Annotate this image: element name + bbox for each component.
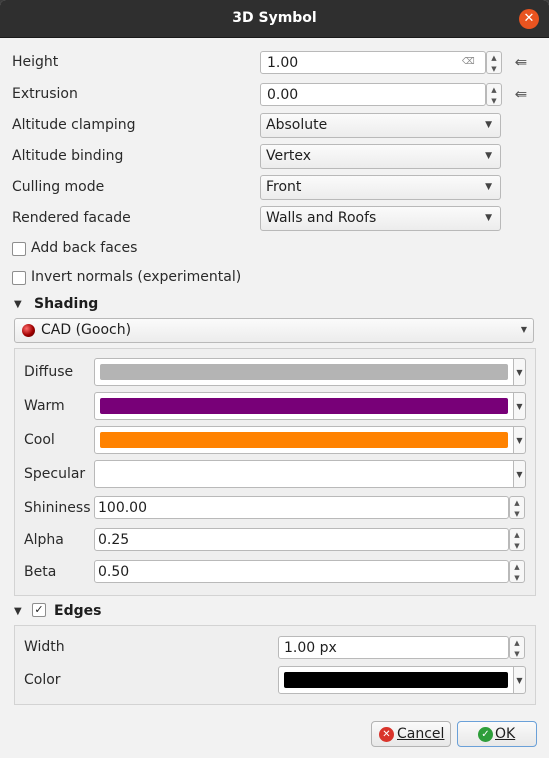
cool-color-button[interactable] xyxy=(94,426,514,454)
dialog-title: 3D Symbol xyxy=(232,10,317,26)
diffuse-color-button[interactable] xyxy=(94,358,514,386)
edge-width-spinner[interactable]: ▲ ▼ xyxy=(509,636,525,659)
alpha-value: 0.25 xyxy=(98,532,130,548)
add-back-faces-checkbox[interactable] xyxy=(12,242,26,256)
height-spinner[interactable]: ▲ ▼ xyxy=(486,51,502,74)
spin-down-icon[interactable]: ▼ xyxy=(487,63,501,74)
specular-color-dropdown[interactable]: ▼ xyxy=(514,460,526,488)
height-input[interactable]: 1.00 xyxy=(260,51,486,74)
diffuse-color-swatch xyxy=(100,364,508,380)
shading-technique-combo[interactable]: CAD (Gooch) ▼ xyxy=(14,318,534,343)
cool-label: Cool xyxy=(24,432,55,448)
shininess-input[interactable]: 100.00 xyxy=(94,496,509,519)
title-bar: 3D Symbol ✕ xyxy=(0,0,549,38)
spin-down-icon[interactable]: ▼ xyxy=(510,508,524,519)
invert-normals-label[interactable]: Invert normals (experimental) xyxy=(31,269,241,285)
edge-color-swatch xyxy=(284,672,508,688)
extrusion-input[interactable]: 0.00 xyxy=(260,83,486,106)
alpha-spinner[interactable]: ▲ ▼ xyxy=(509,528,525,551)
beta-spinner[interactable]: ▲ ▼ xyxy=(509,560,525,583)
spin-down-icon[interactable]: ▼ xyxy=(487,95,501,106)
ok-button[interactable]: ✓ OK xyxy=(457,721,537,747)
warm-color-button[interactable] xyxy=(94,392,514,420)
cancel-button-label: Cancel xyxy=(397,726,445,742)
beta-value: 0.50 xyxy=(98,564,130,580)
beta-input[interactable]: 0.50 xyxy=(94,560,509,583)
specular-color-button[interactable] xyxy=(94,460,514,488)
rendered-facade-value: Walls and Roofs xyxy=(266,210,377,226)
shininess-spinner[interactable]: ▲ ▼ xyxy=(509,496,525,519)
chevron-down-icon: ▼ xyxy=(485,120,492,130)
sphere-icon xyxy=(22,324,35,337)
specular-color-swatch xyxy=(100,466,508,482)
culling-mode-label: Culling mode xyxy=(12,179,105,195)
cool-color-swatch xyxy=(100,432,508,448)
spin-down-icon[interactable]: ▼ xyxy=(510,540,524,551)
shininess-label: Shininess xyxy=(24,500,91,516)
add-back-faces-label[interactable]: Add back faces xyxy=(31,240,137,256)
spin-up-icon[interactable]: ▲ xyxy=(487,52,501,63)
check-icon: ✓ xyxy=(478,727,493,742)
altitude-binding-label: Altitude binding xyxy=(12,148,124,164)
data-defined-override-icon[interactable]: ⇚ xyxy=(509,50,533,74)
warm-label: Warm xyxy=(24,398,65,414)
extrusion-spinner[interactable]: ▲ ▼ xyxy=(486,83,502,106)
edge-color-label: Color xyxy=(24,672,61,688)
altitude-clamping-value: Absolute xyxy=(266,117,328,133)
spin-up-icon[interactable]: ▲ xyxy=(510,637,524,648)
warm-color-dropdown[interactable]: ▼ xyxy=(514,392,526,420)
shininess-value: 100.00 xyxy=(98,500,147,516)
invert-normals-checkbox[interactable] xyxy=(12,271,26,285)
rendered-facade-label: Rendered facade xyxy=(12,210,131,226)
edge-width-value: 1.00 px xyxy=(284,640,337,656)
shading-group-title[interactable]: Shading xyxy=(34,296,98,312)
diffuse-color-dropdown[interactable]: ▼ xyxy=(514,358,526,386)
collapse-triangle-icon[interactable]: ▼ xyxy=(14,299,22,310)
alpha-input[interactable]: 0.25 xyxy=(94,528,509,551)
beta-label: Beta xyxy=(24,564,57,580)
dialog-window: 3D Symbol ✕ Height 1.00 ⌫ ▲ ▼ ⇚ Extrusio… xyxy=(0,0,549,758)
edge-width-label: Width xyxy=(24,639,65,655)
spin-down-icon[interactable]: ▼ xyxy=(510,648,524,659)
cancel-button[interactable]: ✕ Cancel xyxy=(371,721,451,747)
collapse-triangle-icon[interactable]: ▼ xyxy=(14,606,22,617)
chevron-down-icon: ▼ xyxy=(485,182,492,192)
diffuse-label: Diffuse xyxy=(24,364,74,380)
altitude-binding-combo[interactable]: Vertex ▼ xyxy=(260,144,501,169)
edges-group-title[interactable]: Edges xyxy=(54,603,101,619)
height-value: 1.00 xyxy=(267,55,299,71)
culling-mode-value: Front xyxy=(266,179,302,195)
chevron-down-icon: ▼ xyxy=(485,213,492,223)
chevron-down-icon: ▼ xyxy=(485,151,492,161)
alpha-label: Alpha xyxy=(24,532,64,548)
specular-label: Specular xyxy=(24,466,86,482)
edge-color-button[interactable] xyxy=(278,666,514,694)
edges-checkbox[interactable]: ✓ xyxy=(32,603,46,617)
edge-width-input[interactable]: 1.00 px xyxy=(278,636,509,659)
extrusion-label: Extrusion xyxy=(12,86,78,102)
spin-up-icon[interactable]: ▲ xyxy=(510,497,524,508)
spin-up-icon[interactable]: ▲ xyxy=(510,561,524,572)
spin-up-icon[interactable]: ▲ xyxy=(510,529,524,540)
ok-button-label: OK xyxy=(495,726,516,742)
cancel-icon: ✕ xyxy=(379,727,394,742)
clear-icon[interactable]: ⌫ xyxy=(462,57,476,68)
extrusion-value: 0.00 xyxy=(267,87,299,103)
chevron-down-icon: ▼ xyxy=(520,325,527,334)
altitude-binding-value: Vertex xyxy=(266,148,312,164)
edge-color-dropdown[interactable]: ▼ xyxy=(514,666,526,694)
data-defined-override-icon[interactable]: ⇚ xyxy=(509,82,533,106)
altitude-clamping-label: Altitude clamping xyxy=(12,117,136,133)
close-button[interactable]: ✕ xyxy=(519,9,539,29)
cool-color-dropdown[interactable]: ▼ xyxy=(514,426,526,454)
spin-up-icon[interactable]: ▲ xyxy=(487,84,501,95)
spin-down-icon[interactable]: ▼ xyxy=(510,572,524,583)
culling-mode-combo[interactable]: Front ▼ xyxy=(260,175,501,200)
warm-color-swatch xyxy=(100,398,508,414)
height-label: Height xyxy=(12,54,59,70)
rendered-facade-combo[interactable]: Walls and Roofs ▼ xyxy=(260,206,501,231)
shading-technique-value: CAD (Gooch) xyxy=(41,322,132,338)
altitude-clamping-combo[interactable]: Absolute ▼ xyxy=(260,113,501,138)
